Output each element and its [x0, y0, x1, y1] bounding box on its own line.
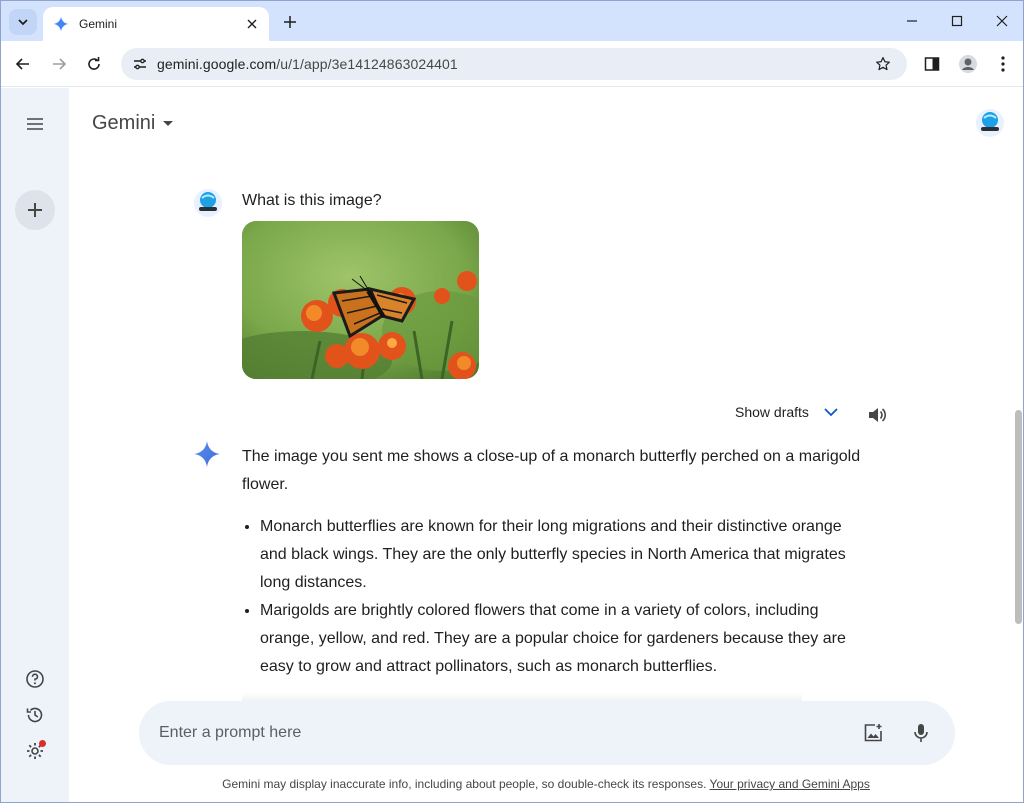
plus-icon [28, 203, 42, 217]
upload-image-button[interactable] [853, 713, 893, 753]
kebab-menu-icon [1001, 56, 1005, 72]
model-switcher[interactable]: Gemini [92, 112, 174, 135]
reload-button[interactable] [82, 52, 106, 76]
gemini-response: The image you sent me shows a close-up o… [242, 443, 862, 681]
help-icon [26, 670, 44, 688]
chevron-down-icon [18, 19, 28, 26]
profile-icon [959, 55, 977, 73]
site-info-button[interactable] [129, 53, 151, 75]
url-host: gemini.google.com [157, 56, 277, 72]
scrollbar-thumb[interactable] [1015, 410, 1022, 624]
browser-toolbar: gemini.google.com/u/1/app/3e141248630244… [1, 41, 1023, 87]
close-icon [247, 19, 257, 29]
new-chat-button[interactable] [15, 190, 55, 230]
site-info-icon [134, 58, 146, 70]
gemini-sparkle-icon [53, 16, 69, 32]
disclaimer: Gemini may display inaccurate info, incl… [69, 777, 1023, 791]
url-path: /u/1/app/3e14124863024401 [276, 56, 458, 72]
hamburger-menu-icon [27, 118, 43, 130]
tab-strip: Gemini [1, 1, 1023, 41]
maximize-button[interactable] [934, 7, 980, 35]
add-image-icon [864, 724, 882, 742]
caret-down-icon [163, 121, 174, 126]
listen-button[interactable] [865, 403, 889, 427]
forward-arrow-icon [53, 58, 67, 70]
user-avatar [194, 189, 222, 217]
disclaimer-text: Gemini may display inaccurate info, incl… [222, 777, 707, 791]
speaker-icon [869, 408, 887, 422]
browser-window: Gemini gemini.google.com/u/1/app/3e14124… [0, 0, 1024, 803]
back-button[interactable] [11, 52, 35, 76]
response-bullet-list: Monarch butterflies are known for their … [242, 513, 862, 681]
privacy-link[interactable]: Your privacy and Gemini Apps [710, 777, 870, 791]
sidebar [1, 88, 69, 802]
history-icon [26, 707, 43, 723]
back-arrow-icon [15, 58, 29, 70]
side-panel-icon [924, 57, 940, 71]
app-title: Gemini [92, 112, 156, 134]
activity-button[interactable] [24, 704, 46, 726]
url-text: gemini.google.com/u/1/app/3e141248630244… [157, 56, 871, 72]
chevron-down-icon [823, 404, 839, 420]
maximize-icon [951, 15, 963, 27]
profile-button[interactable] [956, 52, 980, 76]
browser-menu-button[interactable] [991, 52, 1015, 76]
browser-tab-gemini[interactable]: Gemini [43, 7, 269, 41]
scrollbar[interactable] [1013, 88, 1023, 802]
minimize-icon [907, 20, 917, 22]
main-menu-button[interactable] [23, 112, 47, 136]
settings-button[interactable] [24, 740, 46, 762]
tab-search-button[interactable] [9, 9, 37, 35]
star-icon [876, 57, 890, 71]
close-window-button[interactable] [979, 7, 1023, 35]
show-drafts-label: Show drafts [735, 404, 809, 420]
response-intro: The image you sent me shows a close-up o… [242, 448, 861, 493]
close-icon [996, 15, 1008, 27]
minimize-button[interactable] [889, 7, 935, 35]
prompt-input[interactable] [159, 724, 853, 742]
tab-close-button[interactable] [243, 15, 261, 33]
plus-icon [284, 16, 296, 28]
gemini-app: Gemini What is this image? Show drafts T… [1, 88, 1023, 802]
account-avatar[interactable] [975, 108, 1005, 138]
voice-input-button[interactable] [901, 713, 941, 753]
scroll-fade [242, 693, 802, 701]
uploaded-butterfly-image[interactable] [242, 221, 479, 379]
list-item: Marigolds are brightly colored flowers t… [260, 597, 862, 681]
chat-main: Gemini What is this image? Show drafts T… [69, 88, 1023, 802]
show-drafts-button[interactable]: Show drafts [735, 404, 839, 420]
new-tab-button[interactable] [279, 11, 301, 33]
address-bar[interactable]: gemini.google.com/u/1/app/3e141248630244… [121, 48, 907, 80]
forward-button[interactable] [47, 52, 71, 76]
gemini-sparkle-icon [194, 441, 220, 467]
reload-icon [88, 57, 100, 70]
notification-dot [39, 740, 46, 747]
bookmark-button[interactable] [871, 52, 895, 76]
tab-title: Gemini [79, 17, 118, 31]
microphone-icon [914, 724, 928, 742]
help-button[interactable] [24, 668, 46, 690]
user-prompt-text: What is this image? [242, 192, 382, 209]
list-item: Monarch butterflies are known for their … [260, 513, 862, 597]
side-panel-button[interactable] [920, 52, 944, 76]
prompt-input-bar [139, 701, 955, 765]
